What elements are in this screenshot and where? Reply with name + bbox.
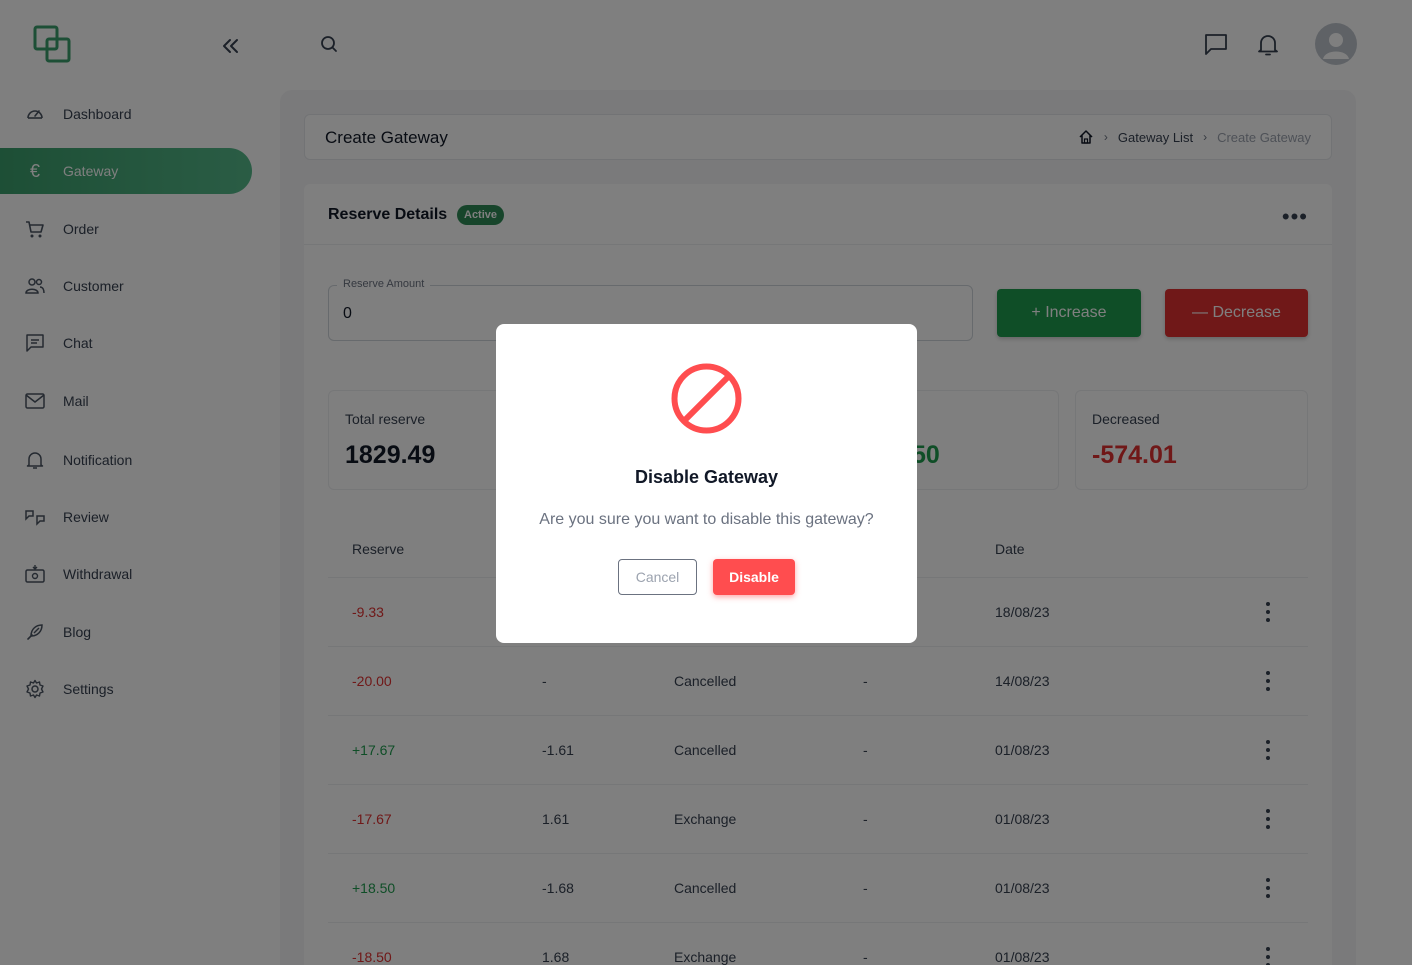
cancel-button[interactable]: Cancel [618,559,697,595]
dialog-title: Disable Gateway [634,467,779,487]
disable-gateway-dialog: Disable Gateway Are you sure you want to… [496,324,917,643]
disable-button[interactable]: Disable [713,559,795,595]
dialog-message: Are you sure you want to disable this ga… [539,511,874,528]
prohibited-icon [671,363,742,434]
